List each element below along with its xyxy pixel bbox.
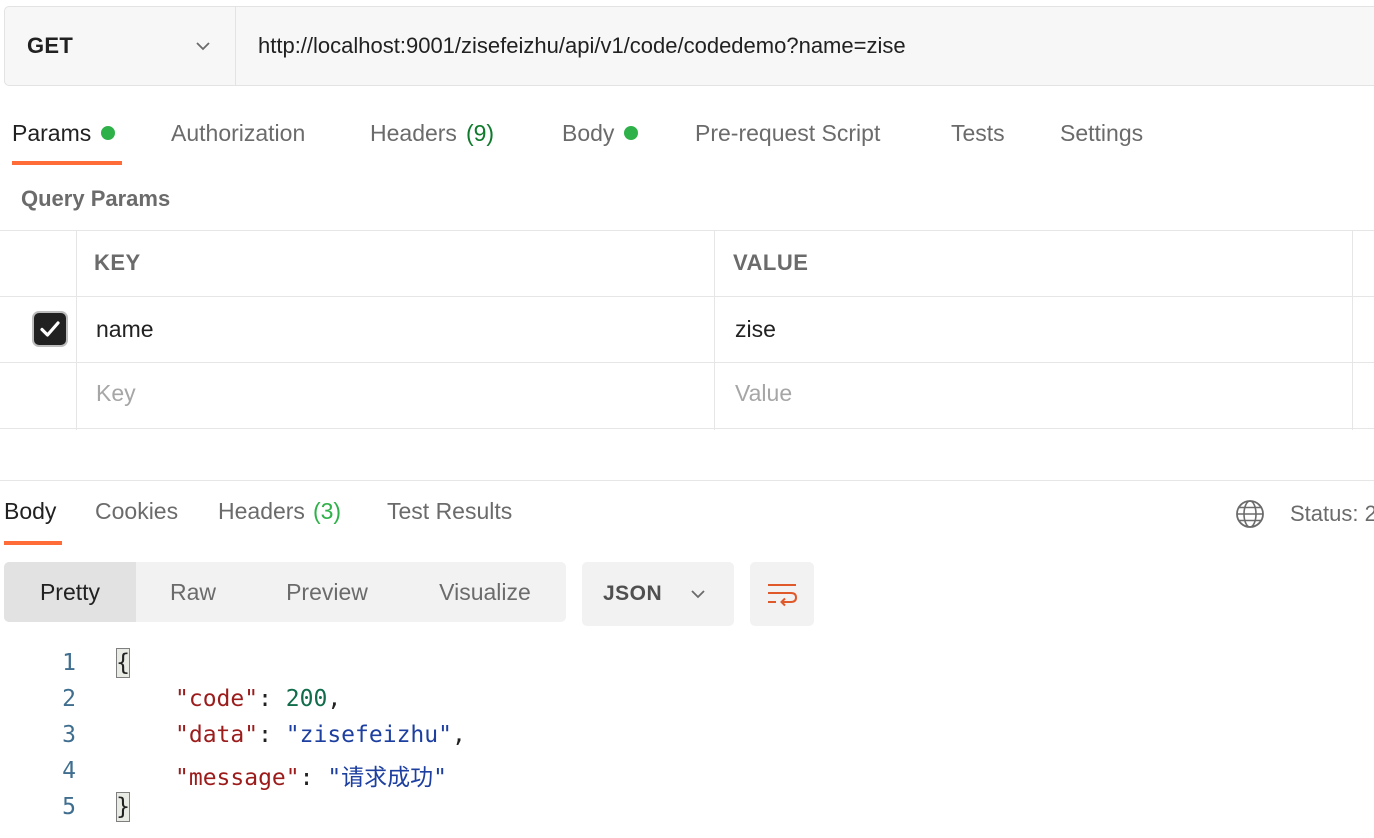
- method-select[interactable]: GET: [5, 7, 236, 85]
- response-status: Status: 2: [1290, 501, 1374, 526]
- tab-label: Tests: [951, 120, 1005, 146]
- tab-count: (3): [312, 498, 342, 524]
- method-label: GET: [27, 33, 74, 58]
- tab-label: Authorization: [171, 120, 306, 146]
- tab-count: (9): [465, 120, 495, 146]
- table-border: [0, 296, 1374, 297]
- response-tab-cookies[interactable]: Cookies: [95, 498, 178, 525]
- table-border: [0, 428, 1374, 429]
- column-header-value: VALUE: [733, 250, 809, 275]
- param-enabled-checkbox[interactable]: [32, 311, 68, 347]
- json-key: "data": [175, 722, 259, 748]
- wrap-lines-icon: [768, 584, 798, 607]
- tab-label: Settings: [1060, 120, 1144, 146]
- table-border: [0, 362, 1374, 363]
- tab-label: Params: [12, 120, 92, 146]
- json-key: "code": [175, 686, 259, 712]
- json-key: "message": [175, 765, 300, 791]
- response-tab-headers[interactable]: Headers (3): [218, 498, 341, 525]
- column-header-key: KEY: [94, 250, 141, 275]
- tab-body[interactable]: Body: [562, 108, 639, 168]
- url-input[interactable]: http://localhost:9001/zisefeizhu/api/v1/…: [236, 7, 1374, 85]
- code-line: "data": "zisefeizhu",: [175, 722, 466, 748]
- tab-settings[interactable]: Settings: [1060, 108, 1143, 168]
- request-bar: GET http://localhost:9001/zisefeizhu/api…: [4, 6, 1374, 86]
- tab-tests[interactable]: Tests: [951, 108, 1005, 168]
- tab-label: Body: [4, 498, 57, 524]
- tab-label: Headers: [218, 498, 305, 524]
- json-sep: :: [258, 686, 286, 712]
- close-brace: }: [116, 792, 130, 822]
- response-divider[interactable]: [0, 480, 1374, 481]
- format-select[interactable]: JSON: [582, 562, 734, 626]
- column-divider: [714, 230, 715, 430]
- json-sep: :: [299, 765, 328, 791]
- json-number: 200: [285, 686, 328, 712]
- line-number: 3: [62, 722, 76, 748]
- tab-params[interactable]: Params: [12, 108, 116, 168]
- line-number: 5: [62, 794, 76, 820]
- new-value-input[interactable]: Value: [735, 380, 792, 407]
- json-tail: ,: [327, 686, 342, 712]
- response-tab-test-results[interactable]: Test Results: [387, 498, 512, 525]
- tab-label: Headers: [370, 120, 457, 146]
- code-line: "code": 200,: [175, 686, 341, 712]
- json-sep: :: [258, 722, 286, 748]
- param-value-cell[interactable]: zise: [735, 316, 776, 343]
- tab-label: Body: [562, 120, 615, 146]
- table-border: [0, 230, 1374, 231]
- wrap-lines-button[interactable]: [750, 562, 814, 626]
- open-brace: {: [116, 648, 130, 678]
- view-preview-button[interactable]: Preview: [250, 562, 404, 622]
- view-visualize-button[interactable]: Visualize: [404, 562, 566, 622]
- chevron-down-icon: [691, 590, 705, 599]
- status-dot: [624, 126, 639, 140]
- column-divider: [1352, 230, 1353, 430]
- checkmark-icon: [40, 321, 60, 337]
- query-params-title: Query Params: [21, 186, 171, 211]
- json-tail: ,: [451, 722, 466, 748]
- view-pretty-button[interactable]: Pretty: [4, 562, 136, 622]
- tab-label: Cookies: [95, 498, 179, 524]
- tab-label: Pre-request Script: [695, 120, 881, 146]
- tab-pre-request-script[interactable]: Pre-request Script: [695, 108, 880, 168]
- globe-icon[interactable]: [1234, 498, 1266, 530]
- line-number: 1: [62, 650, 76, 676]
- code-line: "message": "请求成功": [175, 758, 447, 792]
- view-raw-button[interactable]: Raw: [136, 562, 250, 622]
- column-divider: [76, 230, 77, 430]
- active-tab-indicator: [12, 161, 122, 165]
- status-dot: [101, 126, 116, 140]
- tab-headers[interactable]: Headers (9): [370, 108, 494, 168]
- active-response-tab-indicator: [4, 541, 62, 545]
- line-number: 2: [62, 686, 76, 712]
- format-label: JSON: [603, 582, 663, 605]
- response-tab-body[interactable]: Body: [4, 498, 56, 525]
- tab-authorization[interactable]: Authorization: [171, 108, 305, 168]
- json-string: "zisefeizhu": [285, 722, 452, 748]
- param-key-cell[interactable]: name: [96, 316, 154, 343]
- query-params-table: KEY VALUE name zise Key Value: [0, 230, 1374, 430]
- chevron-down-icon: [196, 42, 210, 51]
- json-string: "请求成功": [327, 765, 448, 791]
- new-key-input[interactable]: Key: [96, 380, 136, 407]
- line-number: 4: [62, 758, 76, 784]
- tab-label: Test Results: [387, 498, 513, 524]
- view-mode-switch: Pretty Raw Preview Visualize: [4, 562, 566, 622]
